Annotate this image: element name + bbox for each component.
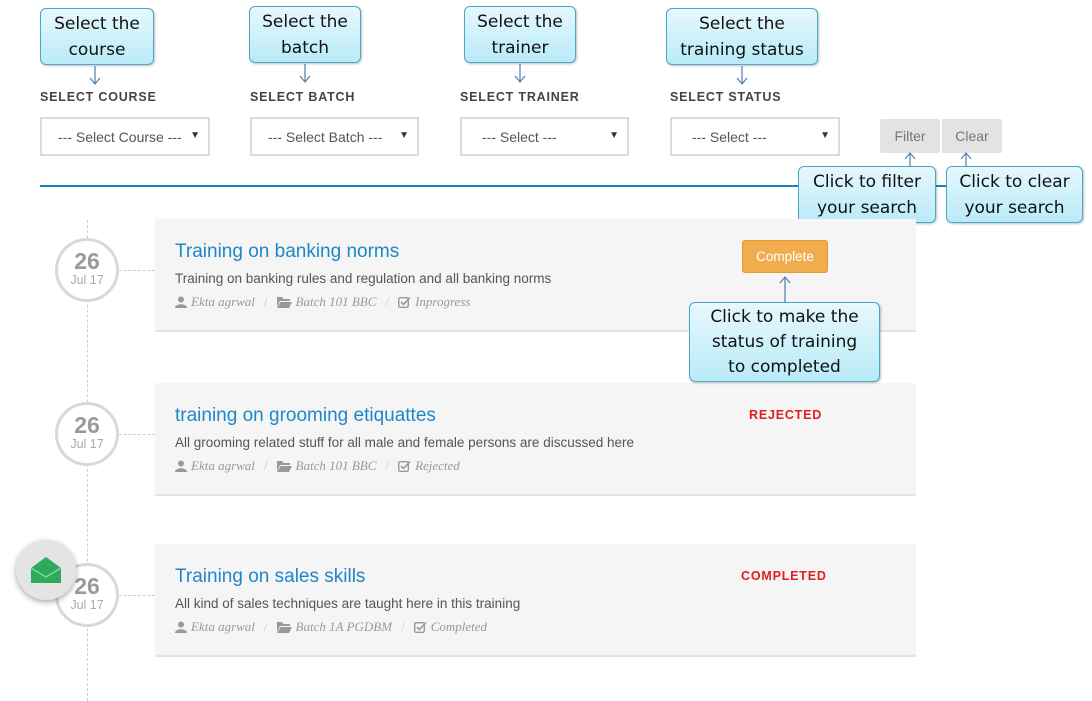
filter-button[interactable]: Filter bbox=[880, 119, 940, 153]
user-icon bbox=[175, 621, 187, 633]
caret-down-icon: ▼ bbox=[187, 130, 200, 141]
folder-icon bbox=[276, 297, 292, 308]
caret-down-icon: ▼ bbox=[396, 130, 409, 141]
callout-complete: Click to make the status of training to co… bbox=[689, 302, 880, 382]
callout-text: your search bbox=[964, 197, 1065, 218]
date-badge: 26 Jul 17 bbox=[55, 238, 119, 302]
callout-filter: Click to filter your search bbox=[798, 166, 936, 223]
training-meta: Ekta agrwal / Batch 101 BBC / Inprogress bbox=[175, 294, 470, 310]
complete-button[interactable]: Complete bbox=[742, 240, 828, 273]
callout-text: to completed bbox=[728, 356, 841, 377]
callout-text: trainer bbox=[491, 37, 549, 58]
callout-text: batch bbox=[281, 37, 329, 58]
trainer-name: Ekta agrwal bbox=[191, 458, 255, 473]
status-label: SELECT STATUS bbox=[670, 90, 782, 104]
status-badge: REJECTED bbox=[749, 408, 823, 422]
callout-text: Select the bbox=[54, 13, 140, 34]
training-description: All kind of sales techniques are taught … bbox=[175, 596, 521, 611]
callout-select-batch: Select the batch bbox=[249, 6, 361, 63]
callout-select-status: Select the training status bbox=[666, 8, 818, 65]
meta-separator: / bbox=[401, 619, 405, 634]
status-select-value: --- Select --- bbox=[692, 128, 767, 145]
mail-button[interactable] bbox=[16, 540, 76, 600]
check-square-icon bbox=[398, 460, 411, 472]
timeline-connector bbox=[119, 270, 155, 271]
caret-down-icon: ▼ bbox=[817, 130, 830, 141]
callout-text: Click to filter bbox=[813, 171, 921, 192]
callout-text: your search bbox=[816, 197, 918, 218]
course-label: SELECT COURSE bbox=[40, 90, 157, 104]
arrow-down-icon bbox=[299, 64, 311, 83]
batch-name: Batch 1A PGDBM bbox=[295, 619, 393, 634]
course-select[interactable]: --- Select Course --- ▼ bbox=[40, 117, 210, 156]
callout-text: Select the bbox=[262, 11, 348, 32]
trainer-name: Ekta agrwal bbox=[191, 619, 255, 634]
batch-label: SELECT BATCH bbox=[250, 90, 356, 104]
training-meta: Ekta agrwal / Batch 101 BBC / Rejected bbox=[175, 458, 460, 474]
course-select-value: --- Select Course --- bbox=[58, 128, 182, 145]
timeline-connector bbox=[119, 595, 155, 596]
date-day: 26 bbox=[74, 412, 100, 438]
meta-separator: / bbox=[263, 619, 268, 634]
clear-button[interactable]: Clear bbox=[942, 119, 1002, 153]
caret-down-icon: ▼ bbox=[606, 130, 619, 141]
arrow-down-icon bbox=[514, 64, 526, 83]
batch-name: Batch 101 BBC bbox=[295, 458, 377, 473]
meta-separator: / bbox=[263, 294, 268, 309]
training-card: Training on sales skills All kind of sal… bbox=[155, 544, 916, 657]
check-square-icon bbox=[413, 621, 427, 633]
trainer-name: Ekta agrwal bbox=[191, 294, 255, 309]
training-title[interactable]: Training on sales skills bbox=[175, 566, 365, 588]
timeline-connector bbox=[119, 434, 155, 435]
batch-select[interactable]: --- Select Batch --- ▼ bbox=[250, 117, 419, 156]
status-badge: COMPLETED bbox=[741, 569, 827, 583]
callout-text: course bbox=[68, 39, 126, 60]
trainer-label: SELECT TRAINER bbox=[460, 90, 580, 104]
user-icon bbox=[175, 296, 187, 308]
meta-separator: / bbox=[385, 294, 390, 309]
arrow-down-icon bbox=[89, 66, 101, 85]
status-select[interactable]: --- Select --- ▼ bbox=[670, 117, 840, 156]
folder-icon bbox=[276, 622, 292, 633]
callout-text: Select the bbox=[699, 13, 785, 34]
trainer-select-value: --- Select --- bbox=[482, 128, 557, 145]
training-description: Training on banking rules and regulation… bbox=[175, 271, 552, 286]
callout-clear: Click to clear your search bbox=[946, 166, 1083, 223]
trainer-select[interactable]: --- Select --- ▼ bbox=[460, 117, 629, 156]
training-status: Rejected bbox=[415, 458, 460, 473]
training-status: Inprogress bbox=[415, 294, 471, 309]
training-description: All grooming related stuff for all male … bbox=[175, 435, 634, 450]
arrow-up-icon bbox=[779, 276, 791, 302]
callout-select-trainer: Select the trainer bbox=[464, 6, 576, 63]
callout-text: Click to clear bbox=[959, 171, 1070, 192]
callout-text: Click to make the bbox=[710, 306, 859, 327]
date-month: Jul 17 bbox=[70, 598, 104, 612]
training-title[interactable]: training on grooming etiquattes bbox=[175, 405, 436, 427]
user-icon bbox=[175, 460, 187, 472]
batch-name: Batch 101 BBC bbox=[295, 294, 377, 309]
callout-text: Select the bbox=[477, 11, 563, 32]
date-month: Jul 17 bbox=[70, 273, 104, 287]
training-card: training on grooming etiquattes All groo… bbox=[155, 383, 916, 496]
training-status: Completed bbox=[430, 619, 488, 634]
mail-icon bbox=[30, 557, 62, 583]
callout-select-course: Select the course bbox=[40, 8, 154, 65]
callout-text: status of training bbox=[711, 331, 858, 352]
date-badge: 26 Jul 17 bbox=[55, 402, 119, 466]
training-title[interactable]: Training on banking norms bbox=[175, 241, 399, 263]
meta-separator: / bbox=[263, 458, 268, 473]
date-day: 26 bbox=[74, 248, 100, 274]
folder-icon bbox=[276, 461, 292, 472]
training-meta: Ekta agrwal / Batch 1A PGDBM / Completed bbox=[175, 619, 487, 635]
callout-text: training status bbox=[680, 39, 804, 60]
batch-select-value: --- Select Batch --- bbox=[268, 128, 383, 145]
meta-separator: / bbox=[385, 458, 390, 473]
date-month: Jul 17 bbox=[70, 437, 104, 451]
check-square-icon bbox=[398, 296, 411, 308]
arrow-down-icon bbox=[736, 66, 748, 85]
